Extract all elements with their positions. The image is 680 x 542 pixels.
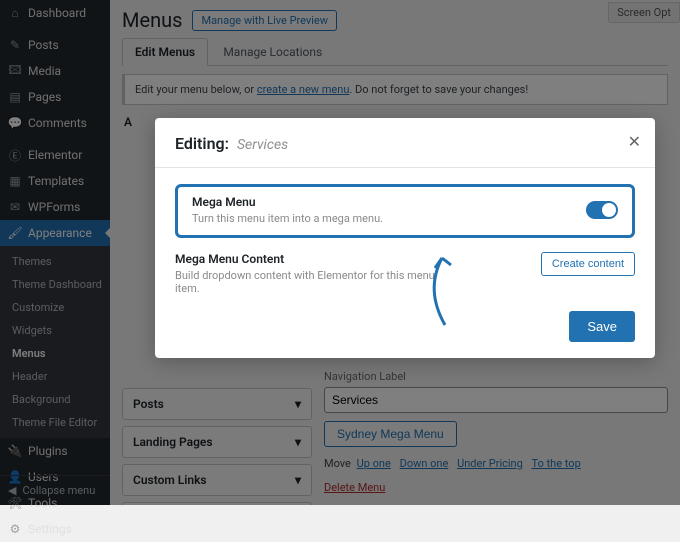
settings-icon: ⚙ <box>8 522 22 536</box>
mega-menu-desc: Turn this menu item into a mega menu. <box>192 212 383 225</box>
modal-body: Mega Menu Turn this menu item into a meg… <box>155 168 655 301</box>
mega-menu-option: Mega Menu Turn this menu item into a meg… <box>175 184 635 238</box>
mega-menu-content-option: Mega Menu Content Build dropdown content… <box>175 252 635 295</box>
modal-heading: Editing: <box>175 134 229 153</box>
sidebar-item-settings[interactable]: ⚙ Settings <box>0 516 110 542</box>
sidebar-label: Settings <box>28 522 72 536</box>
mega-menu-modal: Editing: Services ✕ Mega Menu Turn this … <box>155 118 655 358</box>
create-content-button[interactable]: Create content <box>541 252 635 276</box>
modal-header: Editing: Services ✕ <box>155 118 655 167</box>
mega-menu-title: Mega Menu <box>192 195 383 209</box>
mega-menu-toggle[interactable] <box>586 201 618 219</box>
close-icon[interactable]: ✕ <box>628 132 641 152</box>
modal-footer: Save <box>155 301 655 358</box>
mega-content-desc: Build dropdown content with Elementor fo… <box>175 269 445 295</box>
save-button[interactable]: Save <box>569 311 635 342</box>
modal-subject: Services <box>237 137 288 153</box>
mega-content-title: Mega Menu Content <box>175 252 445 266</box>
